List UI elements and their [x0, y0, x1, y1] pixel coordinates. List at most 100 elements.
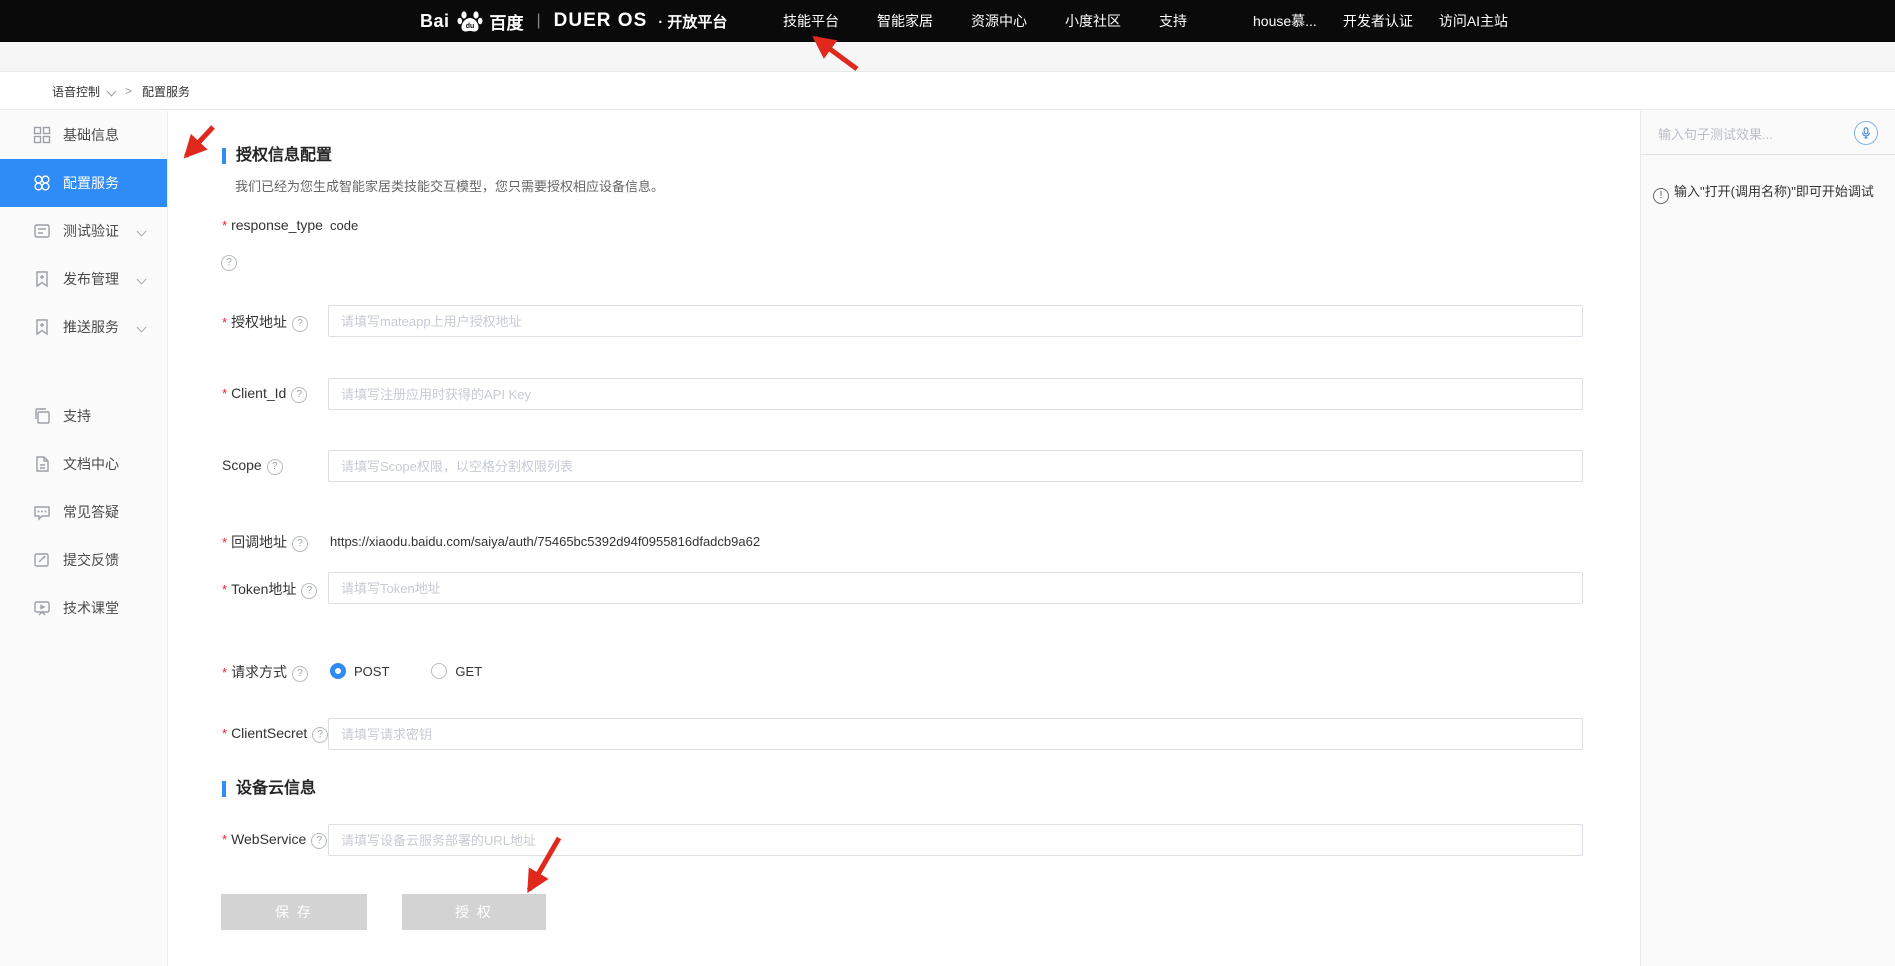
breadcrumb-separator: > — [125, 84, 132, 98]
baidu-logo-text: Bai — [420, 11, 450, 32]
sidebar-item-label: 配置服务 — [63, 173, 119, 193]
chevron-down-icon — [137, 322, 147, 332]
field-row-response-type: *response_type code — [169, 217, 1639, 237]
token-url-input[interactable] — [328, 572, 1583, 604]
field-label: *response_type — [222, 217, 323, 233]
auth-url-input[interactable] — [328, 305, 1583, 337]
help-icon[interactable]: ? — [292, 536, 308, 552]
sidebar-link-label: 文档中心 — [63, 454, 119, 474]
sidebar-item-label: 推送服务 — [63, 317, 119, 337]
radio-get[interactable]: GET — [431, 663, 482, 679]
dueros-logo: DUER OS — [554, 10, 648, 32]
sidebar-item-publish-manage[interactable]: 发布管理 — [0, 255, 167, 303]
baidu-paw-icon: du — [457, 9, 483, 33]
top-navbar: Bai du 百度 | DUER OS · 开放平台 技能平台 智能家居 资源中… — [0, 0, 1895, 42]
test-doc-icon — [33, 222, 51, 240]
client-secret-input[interactable] — [328, 718, 1583, 750]
test-sentence-input[interactable] — [1656, 119, 1830, 149]
response-type-value: code — [330, 218, 358, 233]
field-label: *回调地址? — [222, 532, 308, 552]
request-method-radio-group: POST GET — [330, 655, 482, 687]
breadcrumb-current: 配置服务 — [142, 83, 190, 100]
field-row-scope: Scope? — [169, 450, 1639, 482]
sidebar-item-label: 发布管理 — [63, 269, 119, 289]
sidebar-link-faq[interactable]: 常见答疑 — [0, 488, 167, 536]
document-icon — [33, 455, 51, 473]
page: Bai du 百度 | DUER OS · 开放平台 技能平台 智能家居 资源中… — [0, 0, 1895, 966]
scope-input[interactable] — [328, 450, 1583, 482]
field-label: *Token地址? — [222, 579, 317, 599]
help-icon[interactable]: ? — [312, 727, 328, 743]
logo-divider: | — [537, 12, 541, 30]
field-label: *Client_Id? — [222, 385, 307, 403]
sidebar-item-test-verify[interactable]: 测试验证 — [0, 207, 167, 255]
client-id-input[interactable] — [328, 378, 1583, 410]
nav-item-support[interactable]: 支持 — [1159, 11, 1187, 31]
help-icon[interactable]: ? — [311, 833, 327, 849]
sidebar-link-tech-class[interactable]: 技术课堂 — [0, 584, 167, 632]
help-icon[interactable]: ? — [267, 459, 283, 475]
save-button[interactable]: 保 存 — [221, 894, 367, 930]
main-content: 授权信息配置 我们已经为您生成智能家居类技能交互模型，您只需要授权相应设备信息。… — [169, 111, 1639, 966]
field-label: *WebService? — [222, 831, 327, 849]
sidebar-item-label: 测试验证 — [63, 221, 119, 241]
help-icon[interactable]: ? — [301, 583, 317, 599]
nav-item-developer-cert[interactable]: 开发者认证 — [1343, 11, 1413, 31]
authorize-button[interactable]: 授 权 — [402, 894, 546, 930]
radio-post[interactable]: POST — [330, 663, 389, 679]
test-tip: !输入"打开(调用名称)"即可开始调试 — [1653, 183, 1885, 204]
field-row-callback-url: *回调地址? https://xiaodu.baidu.com/saiya/au… — [169, 532, 1639, 552]
sidebar-link-feedback[interactable]: 提交反馈 — [0, 536, 167, 584]
field-label: *ClientSecret? — [222, 725, 328, 743]
help-icon[interactable]: ? — [292, 666, 308, 682]
required-asterisk: * — [222, 535, 227, 550]
brand-logo[interactable]: Bai du 百度 | DUER OS · 开放平台 — [420, 0, 727, 42]
edit-pencil-icon — [33, 551, 51, 569]
required-asterisk: * — [222, 582, 227, 597]
page-body: 基础信息 配置服务 测试验证 — [0, 111, 1895, 966]
sidebar: 基础信息 配置服务 测试验证 — [0, 111, 168, 966]
webservice-input[interactable] — [328, 824, 1583, 856]
mic-button[interactable] — [1854, 121, 1878, 145]
field-row-token-url: *Token地址? — [169, 572, 1639, 604]
field-row-auth-url: *授权地址? — [169, 305, 1639, 337]
sidebar-item-push-service[interactable]: 推送服务 — [0, 303, 167, 351]
required-asterisk: * — [222, 726, 227, 741]
bookmark-plus-icon — [33, 270, 51, 288]
sidebar-link-doc-center[interactable]: 文档中心 — [0, 440, 167, 488]
sidebar-link-support[interactable]: 支持 — [0, 392, 167, 440]
nav-item-xiaodu-community[interactable]: 小度社区 — [1065, 11, 1121, 31]
field-label: Scope? — [222, 457, 283, 475]
required-asterisk: * — [222, 665, 227, 680]
test-panel: !输入"打开(调用名称)"即可开始调试 — [1640, 111, 1895, 966]
test-sentence-row — [1641, 111, 1895, 155]
required-asterisk: * — [222, 386, 227, 401]
nav-user-area: house慕... 开发者认证 访问AI主站 — [1253, 0, 1508, 42]
callback-url-value: https://xiaodu.baidu.com/saiya/auth/7546… — [330, 534, 760, 549]
sidebar-item-basic-info[interactable]: 基础信息 — [0, 111, 167, 159]
sidebar-link-label: 技术课堂 — [63, 598, 119, 618]
help-icon[interactable]: ? — [221, 255, 237, 271]
required-asterisk: * — [222, 218, 227, 233]
field-row-client-secret: *ClientSecret? — [169, 718, 1639, 750]
sidebar-spacer — [0, 351, 167, 392]
info-icon: ! — [1653, 188, 1669, 204]
copy-pages-icon — [33, 407, 51, 425]
nav-item-smart-home[interactable]: 智能家居 — [877, 11, 933, 31]
chevron-down-icon[interactable] — [107, 86, 117, 96]
sidebar-item-config-service[interactable]: 配置服务 — [0, 159, 167, 207]
nav-item-visit-ai-site[interactable]: 访问AI主站 — [1439, 11, 1508, 31]
nav-item-skill-platform[interactable]: 技能平台 — [783, 11, 839, 31]
platform-label: · 开放平台 — [658, 11, 727, 32]
user-account[interactable]: house慕... — [1253, 11, 1317, 31]
section-title-auth-config: 授权信息配置 — [222, 148, 332, 164]
breadcrumb-parent[interactable]: 语音控制 — [52, 83, 100, 100]
nav-item-resource-center[interactable]: 资源中心 — [971, 11, 1027, 31]
help-icon[interactable]: ? — [292, 316, 308, 332]
required-asterisk: * — [222, 832, 227, 847]
field-row-request-method: *请求方式? POST GET — [169, 655, 1639, 687]
section-description: 我们已经为您生成智能家居类技能交互模型，您只需要授权相应设备信息。 — [235, 176, 664, 195]
help-icon[interactable]: ? — [291, 387, 307, 403]
sidebar-link-label: 提交反馈 — [63, 550, 119, 570]
field-row-webservice: *WebService? — [169, 824, 1639, 856]
